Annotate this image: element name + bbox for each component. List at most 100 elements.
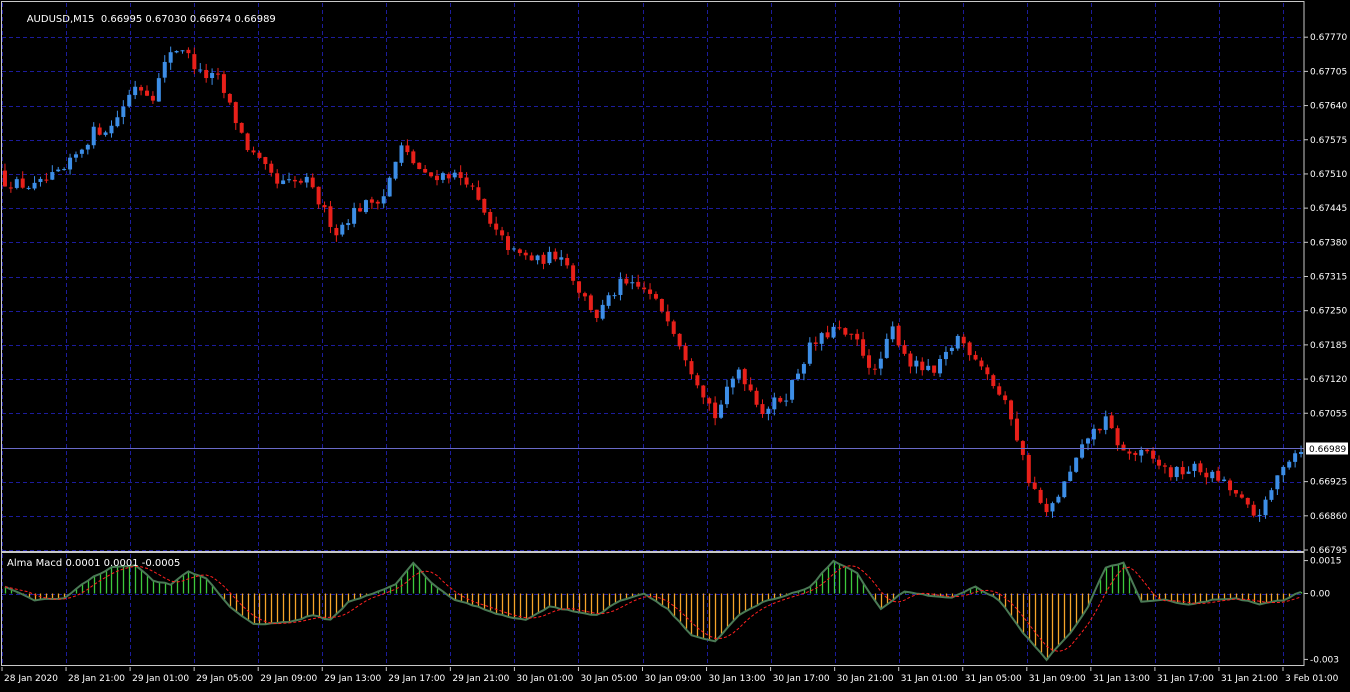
- candle-body: [618, 278, 623, 295]
- time-tick-label: 30 Jan 13:00: [709, 674, 766, 684]
- price-tick-label: 0.67640: [1310, 102, 1347, 112]
- candle-body: [358, 208, 363, 212]
- sub-frame: [1, 552, 1305, 666]
- candle-body: [103, 132, 108, 135]
- candle-body: [1139, 450, 1144, 456]
- candle-body: [1062, 481, 1067, 498]
- time-tick-label: 29 Jan 13:00: [324, 674, 381, 684]
- candle-body: [1103, 416, 1108, 430]
- candle-body: [1085, 438, 1090, 444]
- candle-body: [938, 358, 943, 374]
- candle-body: [239, 122, 244, 133]
- candle-body: [600, 304, 605, 319]
- candle-body: [671, 321, 676, 334]
- time-tick-label: 29 Jan 21:00: [452, 674, 509, 684]
- candle-body: [464, 177, 469, 185]
- candle-body: [523, 252, 528, 256]
- price-tick-label: 0.67250: [1310, 307, 1347, 317]
- time-tick-label: 31 Jan 01:00: [901, 674, 958, 684]
- candle-body: [932, 365, 937, 373]
- candle-body: [1216, 470, 1221, 481]
- chart-canvas[interactable]: 0.67770 0.67705 0.67640 0.67575 0.67510 0.674…: [0, 0, 1350, 688]
- candle-body: [659, 299, 664, 312]
- candle-body: [795, 373, 800, 380]
- candle-body: [701, 385, 706, 398]
- time-tick-label: 30 Jan 05:00: [580, 674, 637, 684]
- candle-body: [588, 295, 593, 310]
- candle-body: [352, 207, 357, 224]
- candle-body: [642, 287, 647, 290]
- candle-body: [387, 177, 392, 197]
- candle-body: [1056, 496, 1061, 503]
- candle-body: [636, 281, 641, 287]
- candle-body: [760, 404, 765, 415]
- osc-tick-label: -0.003: [1310, 655, 1339, 665]
- candle-body: [216, 73, 221, 75]
- candle-body: [1151, 450, 1156, 459]
- candle-body: [594, 309, 599, 318]
- candle-body: [653, 294, 658, 299]
- candle-body: [872, 368, 877, 370]
- candle-body: [198, 69, 203, 71]
- candle-body: [32, 182, 37, 189]
- candle-body: [369, 199, 374, 203]
- time-tick-label: 29 Jan 09:00: [260, 674, 317, 684]
- candle-body: [275, 173, 280, 184]
- candle-body: [1186, 471, 1191, 474]
- candle-body: [648, 289, 653, 294]
- candle-body: [778, 397, 783, 402]
- candle-body: [2, 170, 7, 187]
- time-tick-label: 31 Jan 13:00: [1093, 674, 1150, 684]
- candle-body: [1109, 415, 1114, 429]
- candle-body: [1026, 454, 1031, 484]
- candle-body: [340, 224, 345, 235]
- candle-body: [1245, 497, 1250, 505]
- candle-body: [766, 408, 771, 414]
- candle-body: [44, 179, 49, 181]
- trading-chart[interactable]: 0.67770 0.67705 0.67640 0.67575 0.67510 0.674…: [0, 0, 1350, 688]
- candle-body: [85, 144, 90, 150]
- candle-body: [109, 125, 114, 134]
- candle-body: [62, 169, 67, 171]
- candle-body: [1068, 471, 1073, 481]
- candle-body: [695, 375, 700, 386]
- price-tick-label: 0.66795: [1310, 546, 1347, 556]
- candle-body: [511, 248, 516, 250]
- symbol-label: AUDUSD,M15: [26, 14, 95, 25]
- candle-body: [1115, 428, 1120, 446]
- candle-body: [458, 172, 463, 178]
- candle-body: [452, 172, 457, 178]
- time-tick-label: 29 Jan 17:00: [388, 674, 445, 684]
- candle-body: [316, 186, 321, 205]
- candle-body: [381, 196, 386, 204]
- candle-body: [38, 178, 43, 182]
- candle-body: [405, 145, 410, 153]
- candle-body: [1174, 466, 1179, 478]
- candle-body: [144, 90, 149, 96]
- candle-body: [20, 178, 25, 188]
- candle-body: [1121, 444, 1126, 451]
- candle-body: [683, 345, 688, 361]
- candle-body: [949, 347, 954, 352]
- candle-body: [482, 198, 487, 213]
- candle-body: [890, 326, 895, 340]
- candle-body: [867, 355, 872, 368]
- candle-body: [884, 338, 889, 358]
- price-tick-label: 0.66925: [1310, 478, 1347, 488]
- osc-tick-label: 0.00: [1310, 590, 1330, 600]
- candle-body: [322, 205, 327, 208]
- time-tick-label: 30 Jan 17:00: [773, 674, 830, 684]
- time-tick-label: 30 Jan 21:00: [837, 674, 894, 684]
- candle-body: [1162, 465, 1167, 467]
- candle-body: [707, 398, 712, 404]
- candle-body: [1198, 463, 1203, 473]
- candle-body: [434, 175, 439, 181]
- candle-body: [375, 201, 380, 204]
- candle-body: [961, 336, 966, 344]
- candle-body: [807, 342, 812, 364]
- candle-body: [346, 223, 351, 226]
- candle-body: [310, 177, 315, 188]
- candle-body: [967, 342, 972, 356]
- candle-body: [1222, 479, 1227, 482]
- candle-body: [861, 339, 866, 356]
